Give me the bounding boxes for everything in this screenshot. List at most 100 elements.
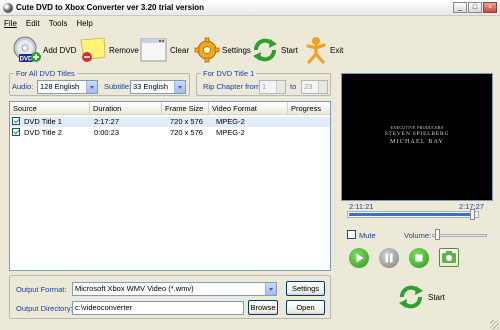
menu-edit[interactable]: Edit	[26, 19, 40, 28]
chevron-down-icon	[265, 283, 276, 295]
snapshot-icon	[442, 251, 456, 263]
start-toolbar-label: Start	[281, 45, 298, 55]
chapter-from-value: 1	[262, 82, 267, 91]
chevron-down-icon	[174, 81, 185, 93]
output-directory-label: Output Directory:	[16, 304, 73, 313]
rip-chapter-label: Rip Chapter from:	[203, 82, 263, 91]
output-format-select[interactable]: Microsoft Xbox WMV Video (*.wmv)	[72, 282, 277, 296]
mute-label: Mute	[359, 231, 376, 240]
checkbox-checked-icon[interactable]	[12, 128, 20, 136]
table-row[interactable]: DVD Title 2 0:00:23 720 x 576 MPEG-2	[10, 128, 330, 138]
audio-value: 128 English	[40, 82, 80, 91]
title1-legend: For DVD Title 1	[201, 69, 257, 78]
chapter-to-value: 23	[304, 82, 313, 91]
play-icon	[356, 253, 364, 263]
remove-label: Remove	[109, 45, 139, 55]
row-frame-size: 720 x 576	[170, 117, 203, 126]
output-format-label: Output Format:	[16, 285, 67, 294]
row-video-format: MPEG-2	[216, 117, 245, 126]
close-window-button[interactable]: ×	[483, 2, 497, 13]
seek-slider-track[interactable]	[347, 211, 479, 218]
output-settings-button[interactable]: Settings	[286, 281, 325, 296]
clear-button[interactable]: Clear	[139, 33, 189, 67]
pause-icon	[385, 253, 393, 263]
play-button[interactable]	[349, 248, 369, 268]
all-titles-legend: For All DVD Titles	[14, 69, 77, 78]
volume-slider-thumb[interactable]	[435, 229, 440, 240]
resize-grip-icon[interactable]	[490, 320, 499, 329]
video-preview: EXECUTIVE PRODUCERS STEVEN SPIELBERG MIC…	[341, 73, 493, 201]
volume-label: Volume:	[404, 231, 432, 240]
seek-slider-fill	[349, 213, 473, 216]
toolbar: DVD Add DVD Remove Clear Settings Start …	[0, 31, 500, 69]
add-dvd-button[interactable]: DVD Add DVD	[12, 33, 76, 67]
maximize-button[interactable]: □	[468, 2, 482, 13]
refresh-arrows-icon	[399, 285, 423, 309]
remove-icon	[80, 37, 106, 62]
chevron-down-icon	[86, 81, 97, 93]
table-row[interactable]: DVD Title 1 2:17:27 720 x 576 MPEG-2	[10, 117, 330, 127]
to-label: to	[290, 82, 297, 91]
menu-file[interactable]: File	[4, 19, 17, 28]
start-convert-label: Start	[428, 293, 445, 302]
audio-select[interactable]: 128 English	[37, 80, 98, 94]
row-duration: 0:00:23	[94, 128, 120, 137]
title-list: Source Duration Frame Size Video Format …	[9, 101, 331, 271]
title-bar: Cute DVD to Xbox Converter ver 3.20 tria…	[0, 0, 500, 16]
menu-tools[interactable]: Tools	[49, 19, 68, 28]
menu-help[interactable]: Help	[76, 19, 92, 28]
settings-label: Settings	[222, 45, 251, 55]
menu-bar: File Edit Tools Help	[0, 17, 500, 30]
output-format-value: Microsoft Xbox WMV Video (*.wmv)	[75, 284, 194, 293]
row-frame-size: 720 x 576	[170, 128, 203, 137]
clear-icon	[140, 38, 167, 62]
stop-button[interactable]	[409, 248, 429, 268]
exit-button[interactable]: Exit	[303, 33, 343, 67]
window-title: Cute DVD to Xbox Converter ver 3.20 tria…	[16, 3, 205, 12]
minimize-button[interactable]: _	[453, 2, 467, 13]
stop-icon	[415, 254, 423, 262]
output-directory-input[interactable]: c:\videoconverter	[72, 301, 244, 315]
svg-text:DVD: DVD	[20, 57, 33, 63]
volume-slider-track[interactable]	[432, 234, 487, 237]
mute-checkbox[interactable]	[347, 230, 356, 239]
remove-button[interactable]: Remove	[78, 33, 139, 67]
row-source: DVD Title 1	[24, 117, 62, 126]
column-duration[interactable]: Duration	[90, 102, 162, 115]
spin-down-icon[interactable]	[276, 87, 285, 93]
column-source[interactable]: Source	[10, 102, 90, 115]
snapshot-button[interactable]	[439, 248, 459, 267]
dvd-app-icon	[3, 2, 13, 13]
seek-slider-thumb[interactable]	[470, 209, 475, 220]
row-source: DVD Title 2	[24, 128, 62, 137]
chapter-to-spinner[interactable]: 23	[301, 80, 328, 94]
column-video-format[interactable]: Video Format	[209, 102, 288, 115]
running-man-icon	[306, 37, 326, 64]
browse-button[interactable]: Browse	[248, 300, 278, 315]
add-dvd-label: Add DVD	[43, 45, 77, 55]
exit-label: Exit	[330, 45, 344, 55]
row-video-format: MPEG-2	[216, 128, 245, 137]
row-duration: 2:17:27	[94, 117, 120, 126]
refresh-arrows-icon	[253, 38, 277, 62]
add-dvd-icon: DVD	[13, 36, 41, 63]
subtitle-select[interactable]: 33 English	[130, 80, 186, 94]
list-header: Source Duration Frame Size Video Format …	[10, 102, 330, 115]
clear-label: Clear	[170, 45, 190, 55]
checkbox-checked-icon[interactable]	[12, 117, 20, 125]
credit-line-1: EXECUTIVE PRODUCERS	[390, 125, 444, 130]
current-time: 2:11:21	[349, 202, 374, 211]
settings-button[interactable]: Settings	[193, 33, 251, 67]
start-convert-button[interactable]: Start	[396, 282, 456, 314]
gear-icon	[194, 37, 220, 63]
column-progress[interactable]: Progress	[288, 102, 330, 115]
chapter-from-spinner[interactable]: 1	[259, 80, 286, 94]
credit-line-2: STEVEN SPIELBERG	[384, 131, 450, 137]
column-frame-size[interactable]: Frame Size	[162, 102, 209, 115]
audio-label: Audio:	[12, 82, 34, 91]
open-button[interactable]: Open	[286, 300, 325, 315]
pause-button[interactable]	[379, 248, 399, 268]
spin-down-icon[interactable]	[318, 87, 327, 93]
start-toolbar-button[interactable]: Start	[250, 33, 298, 67]
subtitle-value: 33 English	[133, 82, 169, 91]
